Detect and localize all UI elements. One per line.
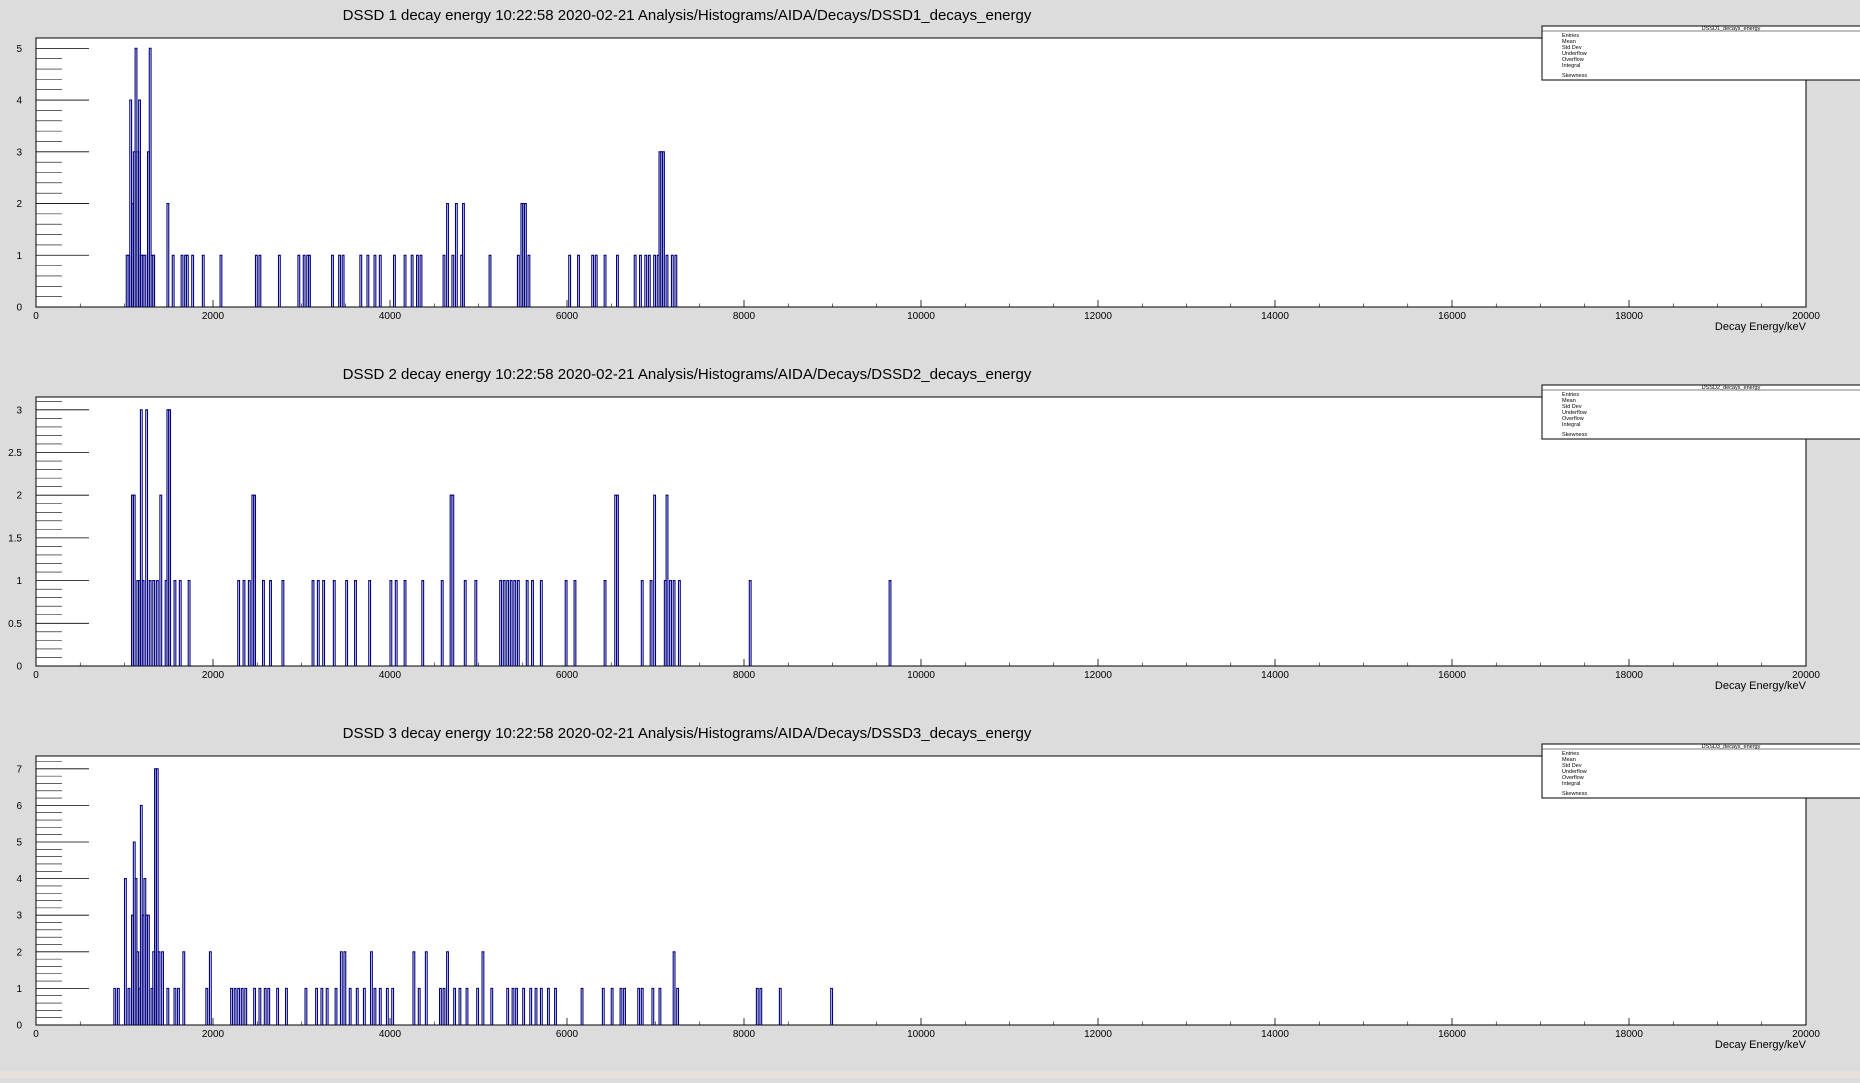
- x-tick-label: 16000: [1438, 670, 1466, 681]
- pad-dssd3: DSSD 3 decay energy 10:22:58 2020-02-21 …: [16, 725, 1860, 1051]
- x-tick-label: 0: [33, 1029, 39, 1040]
- x-tick-label: 10000: [907, 670, 935, 681]
- x-axis-label: Decay Energy/keV: [1715, 321, 1807, 333]
- stats-label-skewness: Skewness: [1562, 73, 1587, 79]
- x-tick-label: 6000: [556, 311, 579, 322]
- x-tick-label: 8000: [733, 1029, 756, 1040]
- y-tick-label: 3: [16, 405, 22, 416]
- x-tick-label: 8000: [733, 670, 756, 681]
- x-tick-label: 10000: [907, 311, 935, 322]
- y-tick-label: 0: [16, 1021, 22, 1032]
- y-tick-label: 0: [16, 303, 22, 314]
- x-tick-label: 14000: [1261, 670, 1289, 681]
- x-tick-label: 4000: [379, 670, 402, 681]
- y-tick-label: 2: [16, 491, 22, 502]
- stats-box-frame: [1541, 25, 1860, 81]
- y-tick-label: 2.5: [8, 448, 22, 459]
- x-tick-label: 18000: [1615, 670, 1643, 681]
- x-tick-label: 8000: [733, 311, 756, 322]
- y-tick-label: 2: [16, 199, 22, 210]
- chart-title: DSSD 1 decay energy 10:22:58 2020-02-21 …: [343, 7, 1032, 24]
- x-tick-label: 16000: [1438, 311, 1466, 322]
- stats-label-skewness: Skewness: [1562, 791, 1587, 797]
- x-tick-label: 0: [33, 670, 39, 681]
- plot-frame: [35, 396, 1807, 667]
- x-tick-label: 12000: [1084, 1029, 1112, 1040]
- x-tick-label: 4000: [379, 1029, 402, 1040]
- y-tick-label: 1: [16, 251, 22, 262]
- x-tick-label: 18000: [1615, 311, 1643, 322]
- y-tick-label: 1.5: [8, 533, 22, 544]
- y-tick-label: 7: [16, 764, 22, 775]
- y-tick-label: 1: [16, 984, 22, 995]
- x-tick-label: 14000: [1261, 1029, 1289, 1040]
- chart-title: DSSD 2 decay energy 10:22:58 2020-02-21 …: [343, 366, 1032, 383]
- histogram-canvas: DSSD 1 decay energy 10:22:58 2020-02-21 …: [0, 7, 1860, 1078]
- x-axis-label: Decay Energy/keV: [1715, 680, 1807, 692]
- y-tick-label: 5: [16, 44, 22, 55]
- plot-frame: [35, 37, 1807, 308]
- y-tick-label: 4: [16, 96, 22, 107]
- y-tick-label: 5: [16, 838, 22, 849]
- x-tick-label: 10000: [907, 1029, 935, 1040]
- y-tick-label: 0.5: [8, 619, 22, 630]
- y-tick-label: 4: [16, 874, 22, 885]
- canvas-root: DSSD 1 decay energy 10:22:58 2020-02-21 …: [0, 0, 1860, 1078]
- stats-box: DSSD3_decays_energy Entries Mean Std Dev…: [1541, 743, 1860, 799]
- y-tick-label: 1: [16, 576, 22, 587]
- x-tick-label: 18000: [1615, 1029, 1643, 1040]
- stats-label-integral: Integral: [1562, 422, 1580, 428]
- y-tick-label: 0: [16, 662, 22, 673]
- stats-label-skewness: Skewness: [1562, 432, 1587, 438]
- stats-box: DSSD1_decays_energy Entries Mean Std Dev…: [1541, 25, 1860, 81]
- x-tick-label: 12000: [1084, 670, 1112, 681]
- y-tick-label: 6: [16, 801, 22, 812]
- x-tick-label: 2000: [202, 311, 225, 322]
- bottom-strip: [0, 1071, 1860, 1078]
- x-tick-label: 6000: [556, 1029, 579, 1040]
- x-tick-label: 14000: [1261, 311, 1289, 322]
- x-axis-label: Decay Energy/keV: [1715, 1039, 1807, 1051]
- x-tick-label: 12000: [1084, 311, 1112, 322]
- stats-box: DSSD2_decays_energy Entries Mean Std Dev…: [1541, 384, 1860, 440]
- y-tick-label: 3: [16, 911, 22, 922]
- plot-frame: [35, 755, 1807, 1026]
- x-tick-label: 6000: [556, 670, 579, 681]
- x-tick-label: 2000: [202, 1029, 225, 1040]
- x-tick-label: 0: [33, 311, 39, 322]
- pad-dssd2: DSSD 2 decay energy 10:22:58 2020-02-21 …: [8, 366, 1860, 692]
- x-tick-label: 16000: [1438, 1029, 1466, 1040]
- pad-dssd1: DSSD 1 decay energy 10:22:58 2020-02-21 …: [16, 7, 1860, 333]
- stats-box-frame: [1541, 384, 1860, 440]
- x-tick-label: 2000: [202, 670, 225, 681]
- y-tick-label: 3: [16, 147, 22, 158]
- stats-box-frame: [1541, 743, 1860, 799]
- stats-label-integral: Integral: [1562, 781, 1580, 787]
- stats-label-integral: Integral: [1562, 63, 1580, 69]
- x-tick-label: 4000: [379, 311, 402, 322]
- y-tick-label: 2: [16, 947, 22, 958]
- chart-title: DSSD 3 decay energy 10:22:58 2020-02-21 …: [343, 725, 1032, 742]
